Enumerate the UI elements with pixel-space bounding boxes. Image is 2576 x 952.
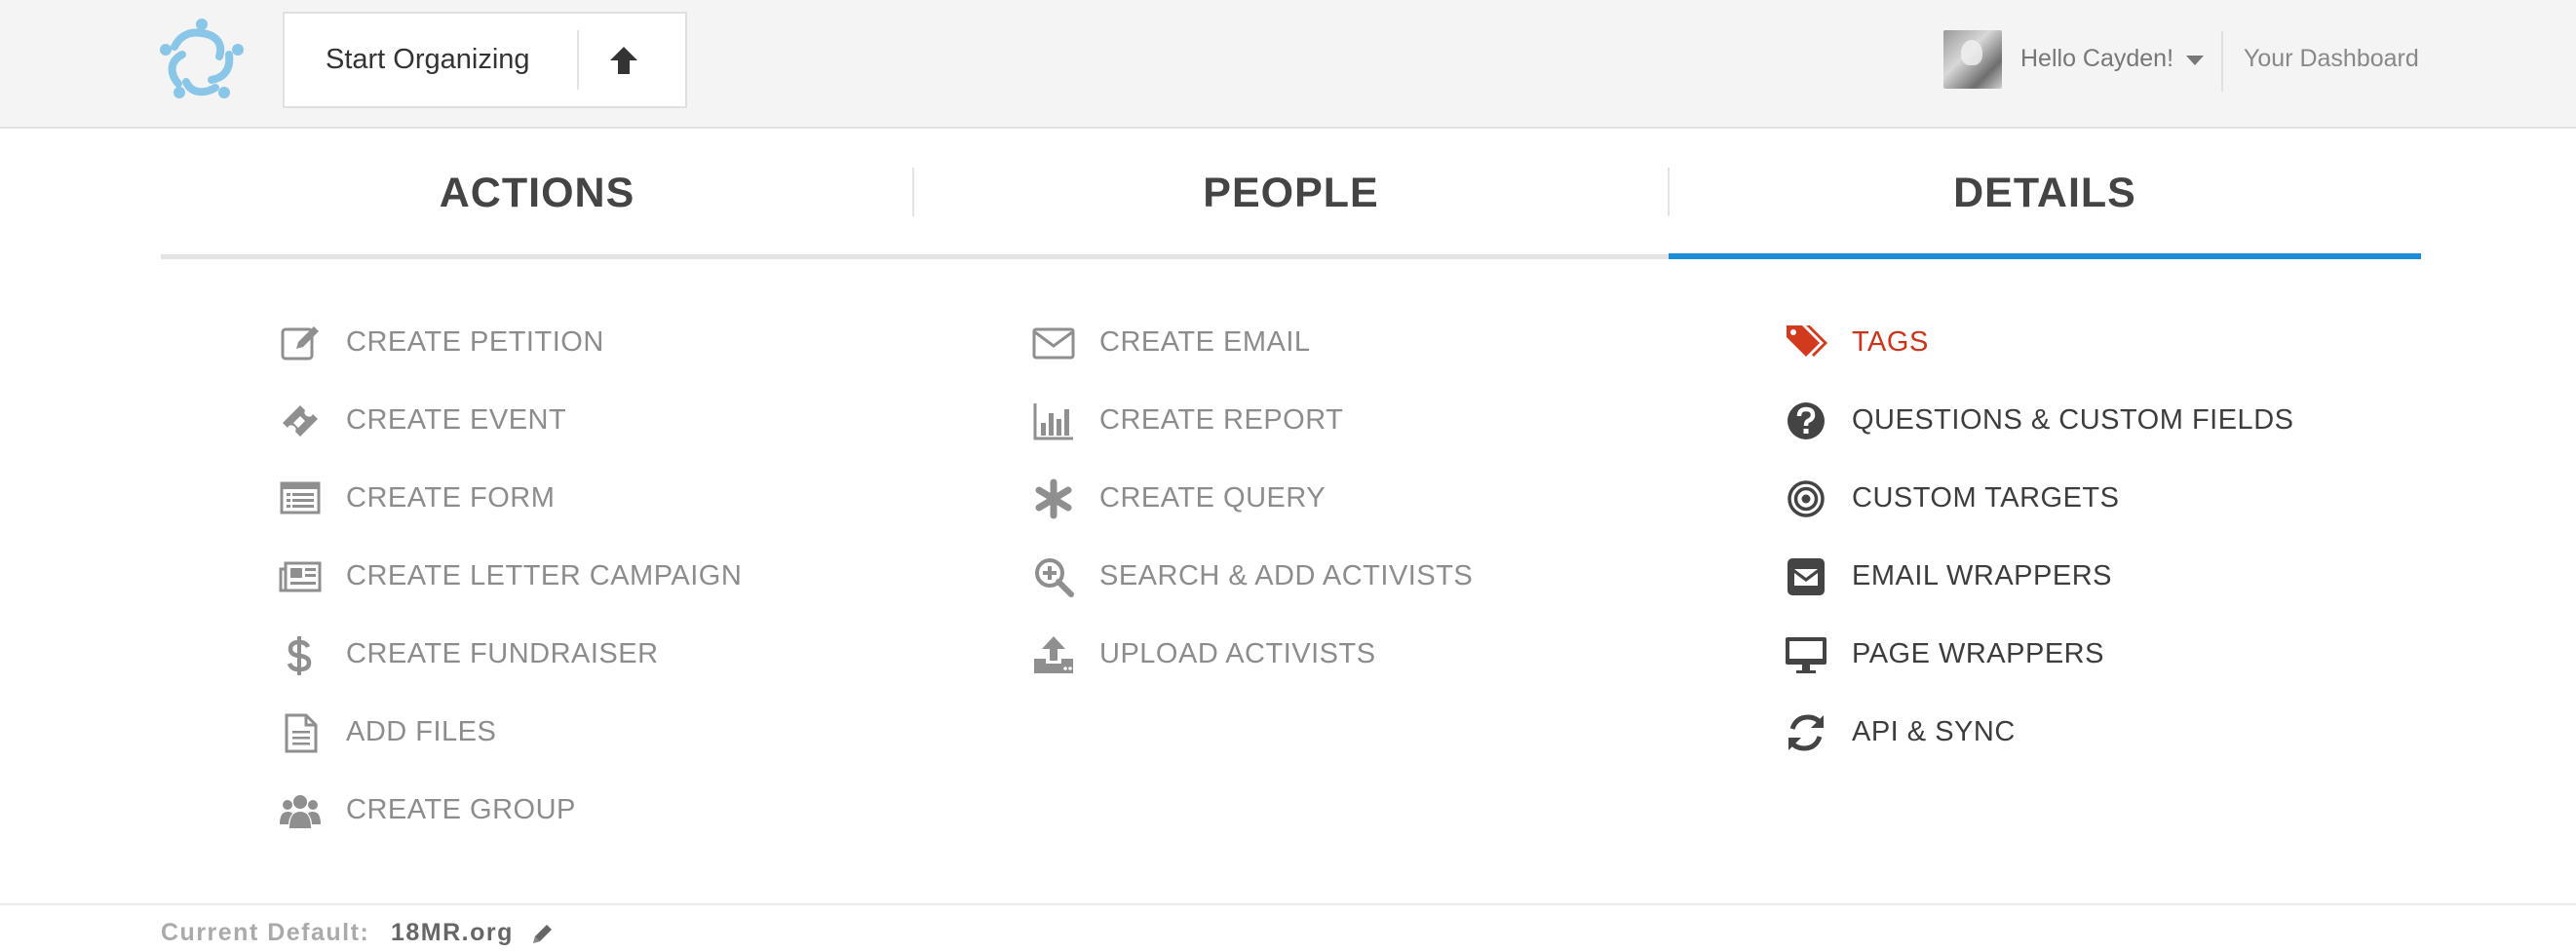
menu-item-label: API & SYNC bbox=[1852, 716, 2016, 747]
menu-item-label: CREATE LETTER CAMPAIGN bbox=[346, 560, 743, 591]
tab-label: ACTIONS bbox=[439, 170, 635, 216]
menu-item-label: TAGS bbox=[1852, 326, 1929, 358]
tab-details[interactable]: DETAILS bbox=[1669, 156, 2421, 259]
avatar[interactable] bbox=[1943, 30, 2002, 89]
upload-icon bbox=[1032, 633, 1075, 676]
newspaper-icon bbox=[279, 555, 322, 598]
menu-item-label: CREATE GROUP bbox=[346, 794, 576, 825]
refresh-icon bbox=[1785, 711, 1827, 754]
menu-item-label: ADD FILES bbox=[346, 716, 497, 747]
menu-item-label: CREATE QUERY bbox=[1099, 482, 1326, 514]
envelope-icon bbox=[1032, 322, 1075, 364]
menu-item-label: SEARCH & ADD ACTIVISTS bbox=[1099, 560, 1474, 591]
tab-label: PEOPLE bbox=[1203, 170, 1379, 216]
dashboard-link[interactable]: Your Dashboard bbox=[2244, 39, 2419, 78]
menu-item-label: CREATE FORM bbox=[346, 482, 556, 514]
arrow-up-icon[interactable] bbox=[606, 43, 641, 78]
dollar-icon bbox=[279, 633, 322, 676]
menu-item-label: EMAIL WRAPPERS bbox=[1852, 560, 2112, 591]
organization-name[interactable]: Start Organizing bbox=[326, 14, 530, 106]
form-list-icon bbox=[279, 477, 322, 520]
tab-label: DETAILS bbox=[1953, 170, 2136, 216]
search-plus-icon bbox=[1032, 555, 1075, 598]
caret-down-icon[interactable] bbox=[2186, 56, 2204, 65]
menu-item-label: CREATE EMAIL bbox=[1099, 326, 1311, 358]
menu-item-label: CREATE EVENT bbox=[346, 404, 567, 436]
menu-item-label: PAGE WRAPPERS bbox=[1852, 638, 2104, 669]
tab-people[interactable]: PEOPLE bbox=[913, 156, 1669, 259]
divider bbox=[0, 903, 2576, 905]
envelope-square-icon bbox=[1785, 555, 1827, 598]
asterisk-icon bbox=[1032, 477, 1075, 520]
pencil-icon[interactable] bbox=[529, 922, 555, 947]
menu-item-label: QUESTIONS & CUSTOM FIELDS bbox=[1852, 404, 2294, 436]
desktop-icon bbox=[1785, 633, 1827, 676]
top-header: Start Organizing Hello Cayden! Your Dash… bbox=[0, 0, 2576, 129]
question-circle-icon bbox=[1785, 400, 1827, 442]
divider bbox=[2221, 31, 2223, 92]
bar-chart-icon bbox=[1032, 400, 1075, 442]
menu-item-label: UPLOAD ACTIVISTS bbox=[1099, 638, 1376, 669]
menu-item-label: CREATE FUNDRAISER bbox=[346, 638, 659, 669]
file-text-icon bbox=[279, 711, 322, 754]
tags-icon bbox=[1785, 322, 1827, 364]
users-icon bbox=[279, 789, 322, 832]
tab-underline bbox=[913, 254, 1669, 259]
edit-icon bbox=[279, 322, 322, 364]
organization-switcher[interactable]: Start Organizing bbox=[283, 12, 687, 108]
menu-item-label: CREATE PETITION bbox=[346, 326, 604, 358]
tab-underline bbox=[161, 254, 913, 259]
tab-actions[interactable]: ACTIONS bbox=[161, 156, 913, 259]
user-greeting[interactable]: Hello Cayden! bbox=[2020, 39, 2173, 78]
bullseye-icon bbox=[1785, 477, 1827, 520]
menu-item-label: CREATE REPORT bbox=[1099, 404, 1344, 436]
tab-underline-active bbox=[1669, 253, 2421, 259]
divider bbox=[577, 30, 579, 90]
menu-item-label: CUSTOM TARGETS bbox=[1852, 482, 2120, 514]
ticket-icon bbox=[279, 400, 322, 442]
circle-of-people-logo[interactable] bbox=[159, 18, 245, 99]
